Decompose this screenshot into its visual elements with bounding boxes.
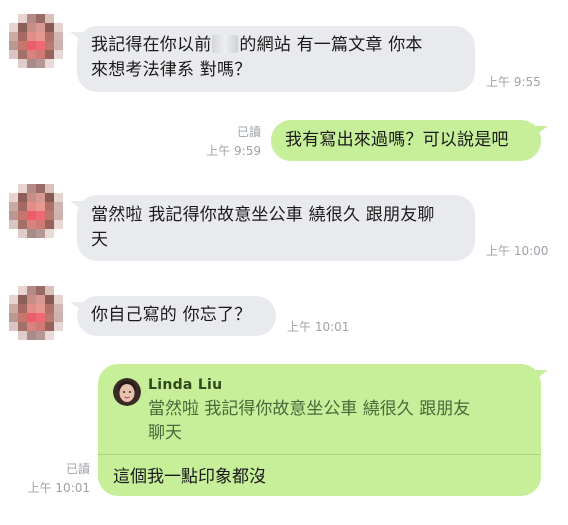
message-text: 這個我一點印象都沒 xyxy=(113,467,266,487)
message-text: 當然啦 我記得你故意坐公車 繞很久 跟朋友聊 xyxy=(91,205,435,225)
message-text: 天 xyxy=(91,230,109,250)
read-receipt: 已讀 xyxy=(65,462,90,476)
avatar[interactable] xyxy=(9,184,63,238)
avatar[interactable] xyxy=(9,14,63,68)
message-timestamp: 上午 10:01 xyxy=(287,320,350,334)
message-timestamp: 上午 9:59 xyxy=(206,144,261,158)
reply-divider xyxy=(98,454,541,455)
incoming-message-bubble[interactable]: 你自己寫的 你忘了？ xyxy=(70,296,276,336)
avatar[interactable] xyxy=(9,286,63,340)
read-receipt: 已讀 xyxy=(236,125,261,139)
message-text: 我有寫出來過嗎？可以說是吧 xyxy=(285,130,509,150)
quoted-sender-name: Linda Liu xyxy=(148,377,223,393)
message-timestamp: 上午 10:00 xyxy=(486,244,549,258)
message-timestamp: 上午 9:55 xyxy=(486,75,541,89)
incoming-message-bubble[interactable]: 我記得在你以前 的網站 有一篇文章 你本 來想考法律系 對嗎？ xyxy=(70,26,475,92)
message-timestamp: 上午 10:01 xyxy=(27,481,90,495)
outgoing-message-bubble[interactable]: 我有寫出來過嗎？可以說是吧 xyxy=(271,120,548,161)
message-text: 你自己寫的 你忘了？ xyxy=(91,305,252,325)
incoming-message-bubble[interactable]: 當然啦 我記得你故意坐公車 繞很久 跟朋友聊 天 xyxy=(70,195,475,261)
quoted-message-text: 聊天 xyxy=(148,423,182,443)
quoted-sender-avatar xyxy=(113,378,141,406)
redacted-text xyxy=(212,35,239,53)
reply-message-bubble[interactable]: Linda Liu 當然啦 我記得你故意坐公車 繞很久 跟朋友 聊天 這個我一點… xyxy=(98,364,548,496)
message-text: 我記得在你以前 的網站 有一篇文章 你本 xyxy=(91,35,423,55)
quoted-message[interactable]: 當然啦 我記得你故意坐公車 繞很久 跟朋友 聊天 xyxy=(148,397,518,445)
quoted-message-text: 當然啦 我記得你故意坐公車 繞很久 跟朋友 xyxy=(148,399,471,419)
message-text: 來想考法律系 對嗎？ xyxy=(91,60,252,80)
